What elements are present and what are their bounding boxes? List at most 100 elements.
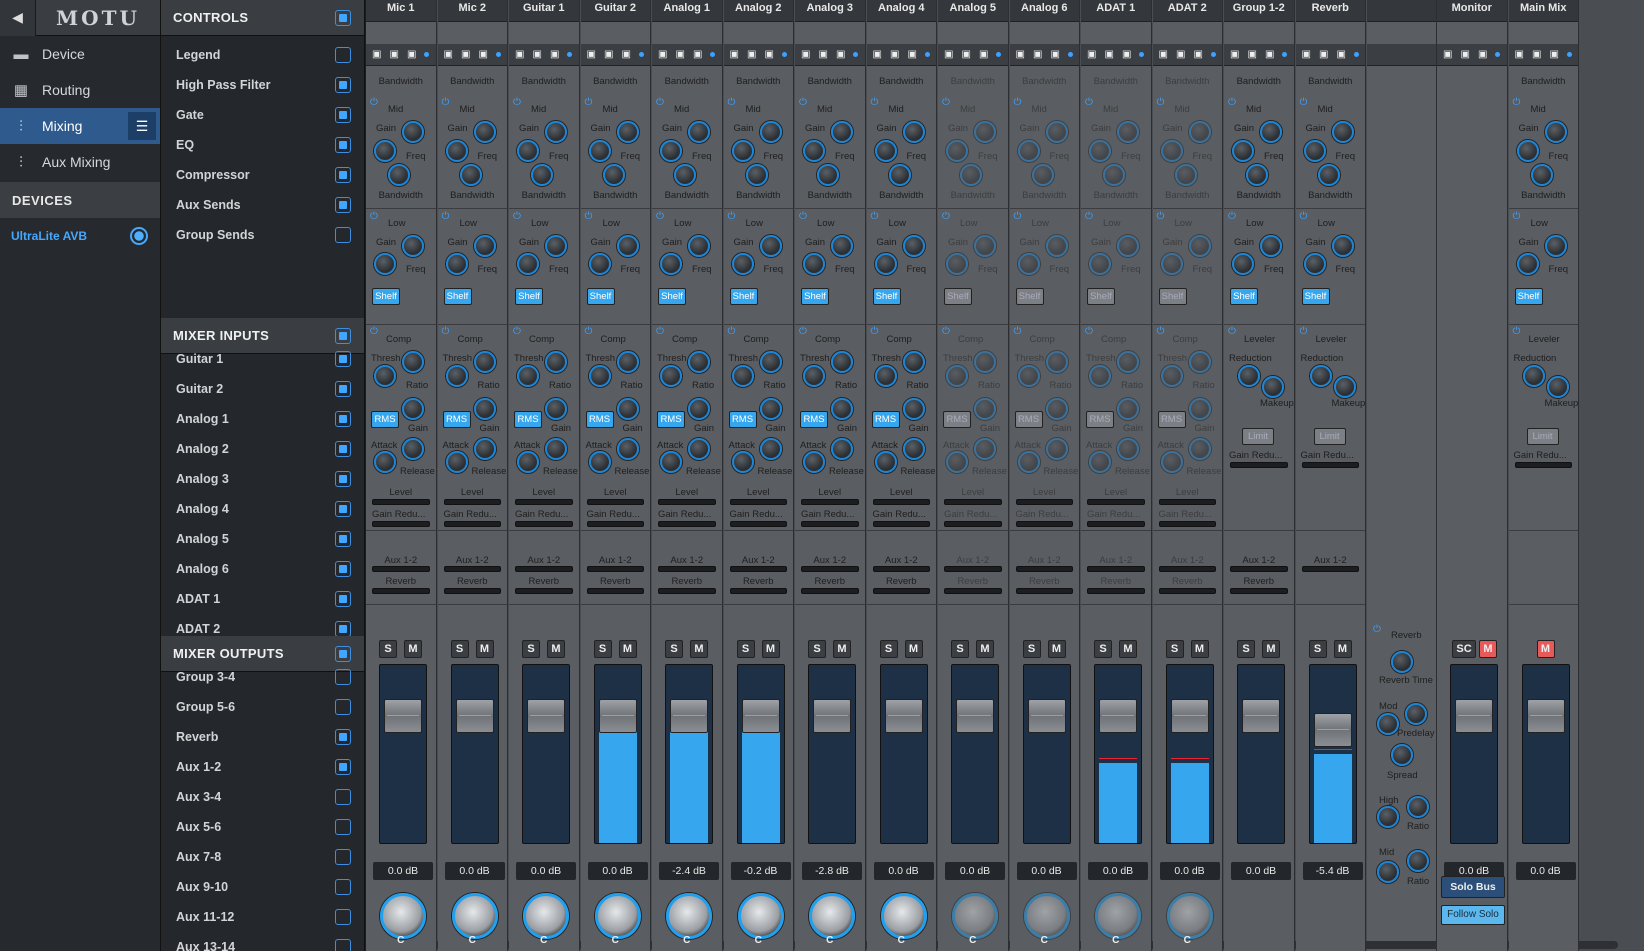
menu-list-icon[interactable]: ☰ — [128, 112, 156, 140]
aux-send-slider[interactable] — [515, 566, 573, 572]
power-icon[interactable]: ⏻ — [370, 211, 378, 222]
thresh-knob[interactable] — [445, 365, 468, 387]
power-icon[interactable]: ⏻ — [728, 326, 736, 337]
shelf-button[interactable]: Shelf — [658, 288, 686, 305]
edit-icon[interactable]: ▣ — [1515, 49, 1524, 60]
mid-gain-knob[interactable] — [731, 140, 754, 162]
list-item[interactable]: Aux 7-8 — [161, 842, 364, 872]
volume-fader[interactable] — [522, 664, 570, 844]
power-icon[interactable]: ⏻ — [799, 97, 807, 108]
grid-icon[interactable]: ▣ — [1105, 49, 1114, 60]
mid-freq-knob[interactable] — [1045, 121, 1068, 143]
comp-gain-knob[interactable] — [902, 398, 925, 420]
thresh-knob[interactable] — [1160, 365, 1183, 387]
aux-send-slider[interactable] — [443, 566, 501, 572]
volume-fader[interactable] — [736, 664, 785, 844]
edit-icon[interactable]: ▣ — [730, 49, 739, 60]
low-gain-knob[interactable] — [803, 253, 825, 275]
low-freq-knob[interactable] — [902, 235, 925, 257]
mid-bw-knob[interactable] — [602, 164, 625, 186]
mid-gain-knob[interactable] — [803, 140, 825, 162]
list-item[interactable]: Group Sends — [161, 220, 364, 250]
mid-freq-knob[interactable] — [1544, 121, 1567, 143]
link-dot-icon[interactable] — [1139, 52, 1145, 57]
power-icon[interactable]: ⏻ — [728, 211, 736, 222]
fader-cap[interactable] — [670, 699, 708, 733]
shelf-button[interactable]: Shelf — [1158, 288, 1187, 305]
grid-icon[interactable]: ▣ — [1176, 49, 1185, 60]
low-gain-knob[interactable] — [517, 253, 539, 275]
solo-button[interactable]: S — [1237, 640, 1255, 658]
ratio-knob[interactable] — [902, 351, 925, 373]
grid-icon[interactable]: ▣ — [1033, 49, 1042, 60]
thresh-knob[interactable] — [588, 365, 611, 387]
volume-fader[interactable] — [1165, 664, 1214, 844]
mute-button[interactable]: M — [1479, 640, 1497, 658]
grid-icon[interactable]: ▣ — [747, 49, 756, 60]
aux-send-slider[interactable] — [658, 566, 716, 572]
low-freq-knob[interactable] — [974, 235, 996, 257]
mute-button[interactable]: M — [547, 640, 565, 658]
fader-cap[interactable] — [455, 699, 494, 733]
power-icon[interactable]: ⏻ — [942, 326, 950, 337]
comp-gain-knob[interactable] — [616, 398, 639, 420]
shelf-button[interactable]: Shelf — [1514, 288, 1543, 305]
low-gain-knob[interactable] — [588, 253, 611, 275]
power-icon[interactable]: ⏻ — [585, 211, 593, 222]
link-dot-icon[interactable] — [781, 52, 787, 57]
rms-button[interactable]: RMS — [800, 411, 828, 428]
low-gain-knob[interactable] — [946, 253, 968, 275]
list-item[interactable]: Aux 1-2 — [161, 752, 364, 782]
power-icon[interactable]: ⏻ — [513, 97, 521, 108]
comp-gain-knob[interactable] — [1117, 398, 1139, 420]
power-icon[interactable]: ⏻ — [656, 326, 664, 337]
aux-send-slider[interactable] — [872, 566, 930, 572]
grid2-icon[interactable]: ▣ — [407, 49, 416, 60]
power-icon[interactable]: ⏻ — [1085, 211, 1093, 222]
predelay-knob[interactable] — [1405, 703, 1427, 725]
list-item[interactable]: Group 3-4 — [161, 662, 364, 692]
shelf-button[interactable]: Shelf — [1087, 288, 1115, 305]
fader-cap[interactable] — [1242, 699, 1280, 733]
grid-icon[interactable]: ▣ — [890, 49, 899, 60]
low-gain-knob[interactable] — [1516, 253, 1539, 275]
item-checkbox[interactable] — [335, 939, 351, 951]
outputs-all-checkbox[interactable] — [335, 646, 351, 662]
aux-send-slider[interactable] — [729, 566, 787, 572]
release-knob[interactable] — [831, 438, 853, 460]
release-knob[interactable] — [545, 438, 567, 460]
reverb-send-slider[interactable] — [515, 588, 573, 594]
power-icon[interactable]: ⏻ — [656, 97, 664, 108]
low-gain-knob[interactable] — [1017, 253, 1040, 275]
comp-gain-knob[interactable] — [1188, 398, 1211, 420]
comp-gain-knob[interactable] — [1045, 398, 1068, 420]
attack-knob[interactable] — [588, 451, 611, 473]
edit-icon[interactable]: ▣ — [1087, 49, 1096, 60]
solo-button[interactable]: S — [1022, 640, 1041, 658]
low-freq-knob[interactable] — [616, 235, 639, 257]
power-icon[interactable]: ⏻ — [513, 211, 521, 222]
mute-button[interactable]: M — [976, 640, 994, 658]
solo-bus-button[interactable]: Solo Bus — [1441, 876, 1505, 898]
edit-icon[interactable]: ▣ — [1230, 49, 1239, 60]
grid-icon[interactable]: ▣ — [1461, 49, 1470, 60]
grid-icon[interactable]: ▣ — [676, 49, 685, 60]
power-icon[interactable]: ⏻ — [585, 326, 593, 337]
item-checkbox[interactable] — [335, 759, 351, 775]
mid-gain-knob[interactable] — [946, 140, 968, 162]
volume-fader[interactable] — [1094, 664, 1142, 844]
mid-bw-knob[interactable] — [888, 164, 911, 186]
mid-gain-knob[interactable] — [588, 140, 611, 162]
low-freq-knob[interactable] — [473, 235, 496, 257]
rms-button[interactable]: RMS — [371, 411, 399, 428]
comp-gain-knob[interactable] — [402, 398, 424, 420]
mid-bw-knob[interactable] — [531, 164, 553, 186]
mute-button[interactable]: M — [1047, 640, 1066, 658]
mute-button[interactable]: M — [475, 640, 494, 658]
comp-gain-knob[interactable] — [688, 398, 710, 420]
fader-cap[interactable] — [1455, 699, 1493, 733]
power-icon[interactable]: ⏻ — [1228, 326, 1236, 337]
pan-knob[interactable] — [809, 893, 855, 939]
list-item[interactable]: Reverb — [161, 722, 364, 752]
reverb-send-slider[interactable] — [801, 588, 859, 594]
